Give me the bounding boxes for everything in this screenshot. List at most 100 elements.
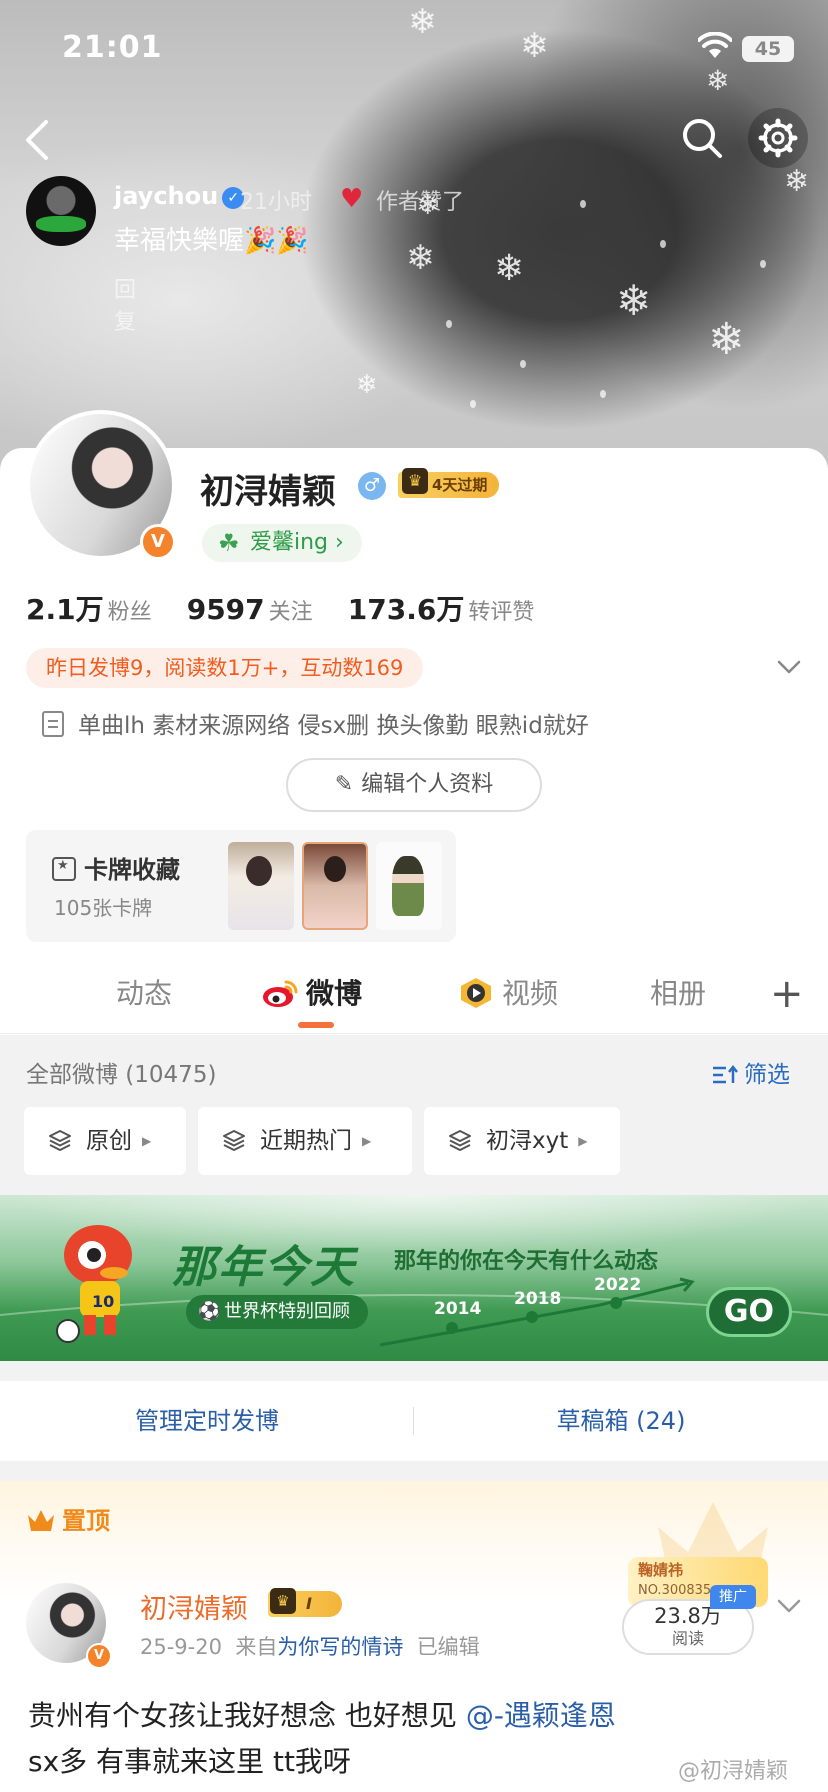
heart-icon: ♥ — [340, 184, 364, 214]
comment-body: 幸福快樂喔 — [114, 226, 245, 256]
image-watermark: @初浔婧颖 — [678, 1759, 789, 1784]
interest-tag[interactable]: ☘ 爱馨ing › — [202, 524, 362, 562]
comment-text: 幸福快樂喔🎉🎉 — [114, 220, 309, 257]
crown-icon: ♛ — [270, 1588, 296, 1614]
yesterday-summary[interactable]: 昨日发博9，阅读数1万+，互动数169 — [26, 648, 424, 688]
add-tab-button[interactable]: + — [770, 974, 804, 1014]
raindrop-decoration — [520, 360, 526, 368]
chip-label: 初浔xyt — [486, 1128, 569, 1154]
filter-area: 全部微博 (10475) 筛选 原创 ▶ 近期热门 ▶ 初浔xyt ▶ — [0, 1035, 828, 1195]
crown-icon: ♛ — [402, 468, 428, 494]
soccer-ball-icon: ⚽ — [198, 1301, 221, 1322]
battery-indicator: 45 — [742, 36, 794, 62]
settings-button[interactable] — [748, 108, 808, 168]
year-label: 2022 — [594, 1275, 642, 1295]
vip-badge-label: 4天过期 — [432, 476, 488, 494]
promote-tag[interactable]: 推广 — [710, 1585, 756, 1609]
commenter-avatar[interactable] — [26, 176, 96, 246]
author-liked-label: 作者赞了 — [376, 190, 465, 215]
filter-label: 筛选 — [744, 1062, 790, 1088]
tab-video[interactable]: 视频 — [458, 972, 558, 1012]
post-author-name[interactable]: 初浔婧颖 — [140, 1587, 248, 1626]
stat-number: 9597 — [186, 593, 265, 626]
card-count: 105张卡牌 — [54, 896, 153, 920]
verified-v-icon: V — [86, 1643, 112, 1669]
video-tab-icon — [461, 978, 491, 1008]
chip-custom[interactable]: 初浔xyt ▶ — [424, 1107, 620, 1175]
active-tab-indicator — [298, 1022, 334, 1028]
manage-scheduled-button[interactable]: 管理定时发博 — [0, 1381, 414, 1461]
raindrop-decoration — [470, 400, 476, 408]
chip-recent-hot[interactable]: 近期热门 ▶ — [198, 1107, 412, 1175]
raindrop-decoration — [580, 200, 586, 208]
triangle-right-icon: ▶ — [578, 1134, 588, 1148]
card-thumbnail[interactable] — [228, 842, 294, 930]
stat-number: 2.1万 — [26, 593, 104, 626]
status-time: 21:01 — [62, 30, 163, 65]
stat-interactions[interactable]: 173.6万 转评赞 — [348, 588, 535, 628]
comment-time: 21小时 — [240, 190, 312, 215]
snowflake-decoration: ❄ — [356, 370, 378, 400]
section-divider — [0, 1461, 828, 1481]
reads-label: 阅读 — [671, 1629, 704, 1648]
raindrop-decoration — [760, 260, 766, 268]
profile-name: 初浔婧颖 — [200, 472, 336, 512]
stat-following[interactable]: 9597 关注 — [187, 593, 313, 626]
year-label: 2014 — [434, 1299, 482, 1319]
commenter-name[interactable]: jaychou ✓ — [114, 182, 245, 210]
layers-icon — [449, 1130, 471, 1151]
member-badge[interactable]: ♛ I — [268, 1588, 342, 1617]
on-this-day-banner[interactable]: 10 那年今天 那年的你在今天有什么动态 ⚽ 世界杯特别回顾 2014 2018… — [0, 1195, 828, 1361]
vip-badge[interactable]: ♛ 4天过期 — [398, 468, 500, 498]
card-collection[interactable]: 卡牌收藏 105张卡牌 — [26, 830, 456, 942]
sticker-number: NO.300835 — [638, 1583, 712, 1598]
chevron-down-icon[interactable] — [776, 1593, 802, 1619]
edit-profile-button[interactable]: ✎ 编辑个人资料 — [286, 758, 542, 812]
manage-row: 管理定时发博 草稿箱 (24) — [0, 1381, 828, 1461]
profile-stats: 2.1万 粉丝 9597 关注 173.6万 转评赞 — [26, 588, 564, 628]
chip-label: 原创 — [86, 1128, 132, 1154]
tab-weibo[interactable]: 微博 — [262, 972, 362, 1012]
commenter-username: jaychou — [114, 182, 219, 210]
pinned-post[interactable]: 置顶 V 初浔婧颖 ♛ I 25-9-20 来自为你写的情诗 已编辑 鞠婧祎 N… — [0, 1481, 828, 1792]
card-thumbnail[interactable] — [376, 842, 442, 930]
card-star-icon — [52, 857, 76, 881]
pinned-label: 置顶 — [26, 1501, 110, 1536]
stat-followers[interactable]: 2.1万 粉丝 — [26, 588, 152, 628]
post-line: 贵州有个女孩让我好想念 也好想见 @-遇颖逢恩 — [28, 1693, 808, 1739]
wifi-icon — [698, 32, 732, 58]
tab-activity[interactable]: 动态 — [116, 972, 172, 1012]
year-label: 2018 — [514, 1289, 562, 1309]
edit-profile-label: 编辑个人资料 — [361, 772, 494, 797]
card-thumbnail[interactable] — [302, 842, 368, 930]
search-button[interactable] — [680, 116, 724, 160]
pinned-text: 置顶 — [62, 1507, 110, 1535]
section-divider — [0, 1361, 828, 1381]
chevron-down-icon[interactable] — [776, 654, 802, 680]
chip-original[interactable]: 原创 ▶ — [24, 1107, 186, 1175]
tab-weibo-label: 微博 — [306, 977, 363, 1010]
snowflake-decoration: ❄ — [784, 164, 810, 199]
post-text-segment: 贵州有个女孩让我好想念 也好想见 — [28, 1699, 466, 1732]
gear-icon — [758, 118, 798, 158]
filter-icon — [713, 1065, 738, 1084]
snowflake-decoration: ❄ — [494, 248, 525, 289]
profile-tabs: 动态 微博 视频 相册 + — [0, 954, 828, 1034]
drafts-button[interactable]: 草稿箱 (24) — [414, 1381, 828, 1461]
banner-subtitle: 那年的你在今天有什么动态 — [394, 1249, 659, 1274]
bio-text: 单曲lh 素材来源网络 侵sx删 换头像勤 眼熟id就好 — [78, 713, 589, 739]
card-collection-title: 卡牌收藏 — [52, 850, 180, 885]
filter-button[interactable]: 筛选 — [712, 1055, 790, 1089]
go-button[interactable]: GO — [706, 1287, 792, 1337]
post-source-prefix: 来自 — [235, 1635, 278, 1659]
tab-album[interactable]: 相册 — [650, 972, 706, 1012]
layers-icon — [223, 1130, 245, 1151]
reply-link[interactable]: 回复 — [114, 272, 136, 336]
post-source[interactable]: 为你写的情诗 — [277, 1635, 403, 1659]
stat-number: 173.6万 — [347, 593, 465, 626]
back-button[interactable] — [18, 116, 58, 164]
mention-link[interactable]: @-遇颖逢恩 — [466, 1699, 616, 1732]
raindrop-decoration — [600, 390, 606, 398]
layers-icon — [49, 1130, 71, 1151]
party-popper-icon: 🎉🎉 — [244, 226, 309, 256]
